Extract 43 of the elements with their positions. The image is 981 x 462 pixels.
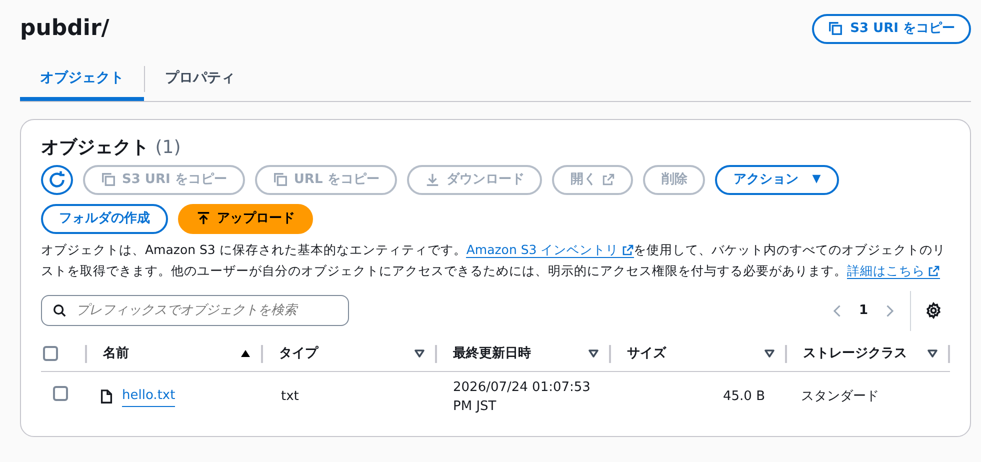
tab[interactable]: プロパティ xyxy=(145,62,255,100)
external-link-icon xyxy=(928,265,940,278)
table-cell: 45.0 B xyxy=(611,371,787,422)
copy-icon xyxy=(828,21,844,36)
action-button[interactable]: フォルダの作成 xyxy=(41,204,168,234)
column-header[interactable]: サイズ xyxy=(627,344,666,364)
page-number[interactable]: 1 xyxy=(858,300,868,320)
search-field[interactable]: プレフィックスでオブジェクトを検索 xyxy=(41,295,349,326)
panel-title: オブジェクト (1) xyxy=(41,136,182,160)
sorted-ascending-icon[interactable] xyxy=(240,349,251,358)
sort-icon[interactable] xyxy=(927,349,938,358)
table-cell: txt xyxy=(263,371,437,422)
column-header[interactable]: 最終更新日時 xyxy=(453,344,531,364)
copy-uri-button[interactable]: S3 URI をコピー xyxy=(812,14,971,44)
external-link-icon xyxy=(622,244,634,256)
row-checkbox[interactable] xyxy=(53,386,68,401)
column-header[interactable]: タイプ xyxy=(279,344,318,364)
external-link-icon xyxy=(602,173,616,186)
help-link[interactable]: Amazon S3 インベントリ xyxy=(466,242,634,258)
help-link[interactable]: 詳細はこちら xyxy=(847,262,940,278)
file-link[interactable]: hello.txt xyxy=(122,386,176,407)
column-header[interactable]: ストレージクラス xyxy=(803,344,907,364)
refresh-icon xyxy=(47,170,67,190)
sort-icon[interactable] xyxy=(414,349,425,358)
settings-icon xyxy=(925,302,942,319)
select-all-checkbox[interactable] xyxy=(43,346,58,361)
upload-button[interactable]: アップロード xyxy=(178,204,313,234)
table-cell: スタンダード xyxy=(787,371,950,422)
copy-icon xyxy=(272,172,288,187)
actions-dropdown[interactable]: アクション ▼ xyxy=(715,164,839,194)
sort-icon[interactable] xyxy=(764,349,775,358)
column-header[interactable]: 名前 xyxy=(103,344,129,364)
copy-icon xyxy=(101,172,116,187)
tab[interactable]: オブジェクト xyxy=(20,62,144,100)
page-title: pubdir/ xyxy=(20,16,110,42)
download-icon xyxy=(425,172,440,187)
table-cell: 2026/07/24 01:07:53 PM JST xyxy=(437,371,611,422)
sort-icon[interactable] xyxy=(588,349,599,358)
file-icon xyxy=(99,389,114,404)
description-text: オブジェクトは、Amazon S3 に保存された基本的なエンティティです。Amazon S3 インベントリ を使用して、バケット内のすべてのオブジェクトのリストを取得できます。他のユーザーが自分のオブジェクトにアクセスできるためには、明示的にアクセス権限を付与する必要があります。詳細はこちら xyxy=(41,240,947,280)
refresh-button[interactable] xyxy=(41,164,73,194)
search-icon xyxy=(52,303,67,318)
upload-icon xyxy=(196,211,211,226)
